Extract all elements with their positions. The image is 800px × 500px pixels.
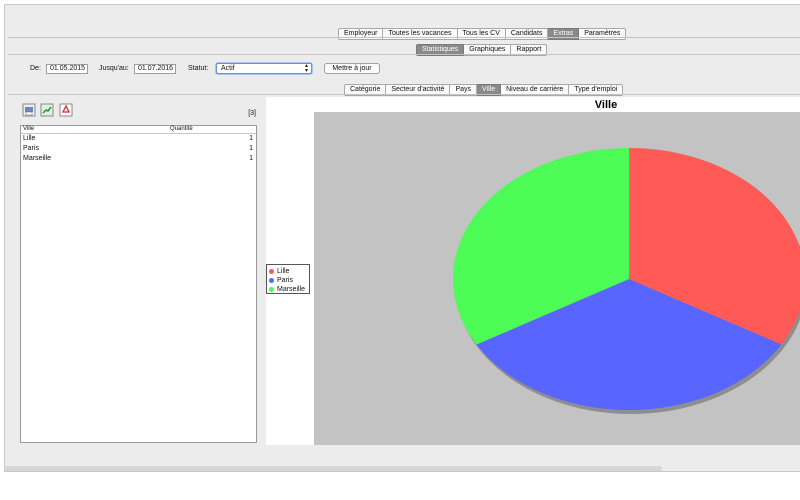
- table-row[interactable]: Marseille 1: [21, 154, 256, 164]
- city-table: Ville Quantité Lille 1 Paris 1 Marseille 1: [20, 125, 257, 443]
- top-tab-1[interactable]: Toutes les vacances: [383, 28, 458, 40]
- from-date-field[interactable]: 01.05.2015: [46, 64, 88, 74]
- cell-quantity: 1: [249, 135, 253, 142]
- legend-item: Lille: [269, 267, 307, 276]
- legend-marker: [269, 278, 274, 283]
- column-header-quantity[interactable]: Quantité: [168, 126, 193, 133]
- column-header-city[interactable]: Ville: [21, 126, 168, 133]
- status-label: Statut:: [188, 65, 209, 72]
- top-tab-2[interactable]: Tous les CV: [457, 28, 506, 40]
- status-select[interactable]: Actif ▴ ▾: [216, 63, 312, 74]
- legend-item: Paris: [269, 276, 307, 285]
- chart-legend: Lille Paris Marseille: [266, 264, 310, 294]
- select-arrows-icon: ▴ ▾: [304, 63, 308, 74]
- cell-city: Marseille: [23, 155, 52, 162]
- top-tab-0[interactable]: Employeur: [338, 28, 384, 40]
- sub-tab-bar: Statistiques Graphiques Rapport: [416, 44, 548, 56]
- legend-label: Lille: [277, 268, 290, 275]
- top-tab-4[interactable]: Extras: [548, 28, 580, 40]
- pie-chart: Ville: [314, 99, 800, 445]
- cell-quantity: 1: [249, 155, 253, 162]
- horizontal-scrollbar[interactable]: [4, 466, 662, 471]
- cell-city: Paris: [23, 145, 39, 152]
- legend-marker: [269, 269, 274, 274]
- sub-divider: [8, 54, 800, 55]
- top-divider: [8, 37, 800, 38]
- pdf-export-icon[interactable]: [59, 103, 73, 117]
- update-button[interactable]: Mettre à jour: [324, 63, 380, 74]
- to-label: Jusqu'au:: [99, 65, 129, 72]
- to-date-field[interactable]: 01.07.2016: [134, 64, 176, 74]
- cell-quantity: 1: [249, 145, 253, 152]
- cell-city: Lille: [23, 135, 36, 142]
- from-label: De:: [30, 65, 41, 72]
- legend-label: Paris: [277, 277, 293, 284]
- excel-export-icon[interactable]: [40, 103, 54, 117]
- top-tab-3[interactable]: Candidats: [505, 28, 549, 40]
- category-tab-bar: Catégorie Secteur d'activité Pays Ville Nive…: [344, 84, 624, 96]
- top-tab-5[interactable]: Paramètres: [579, 28, 627, 40]
- legend-label: Marseille: [277, 286, 306, 293]
- chart-panel: Ville: [266, 97, 800, 445]
- table-row[interactable]: Lille 1: [21, 134, 256, 144]
- row-count: [3]: [248, 110, 256, 117]
- status-select-value: Actif: [221, 65, 235, 72]
- table-header: Ville Quantité: [21, 126, 256, 134]
- chart-title: Ville: [595, 99, 617, 111]
- stats-left-panel: [3] Ville Quantité Lille 1 Paris 1 Marseille…: [12, 97, 264, 445]
- print-icon[interactable]: [22, 103, 36, 117]
- legend-marker: [269, 287, 274, 292]
- legend-item: Marseille: [269, 285, 307, 294]
- table-row[interactable]: Paris 1: [21, 144, 256, 154]
- category-divider: [8, 94, 800, 95]
